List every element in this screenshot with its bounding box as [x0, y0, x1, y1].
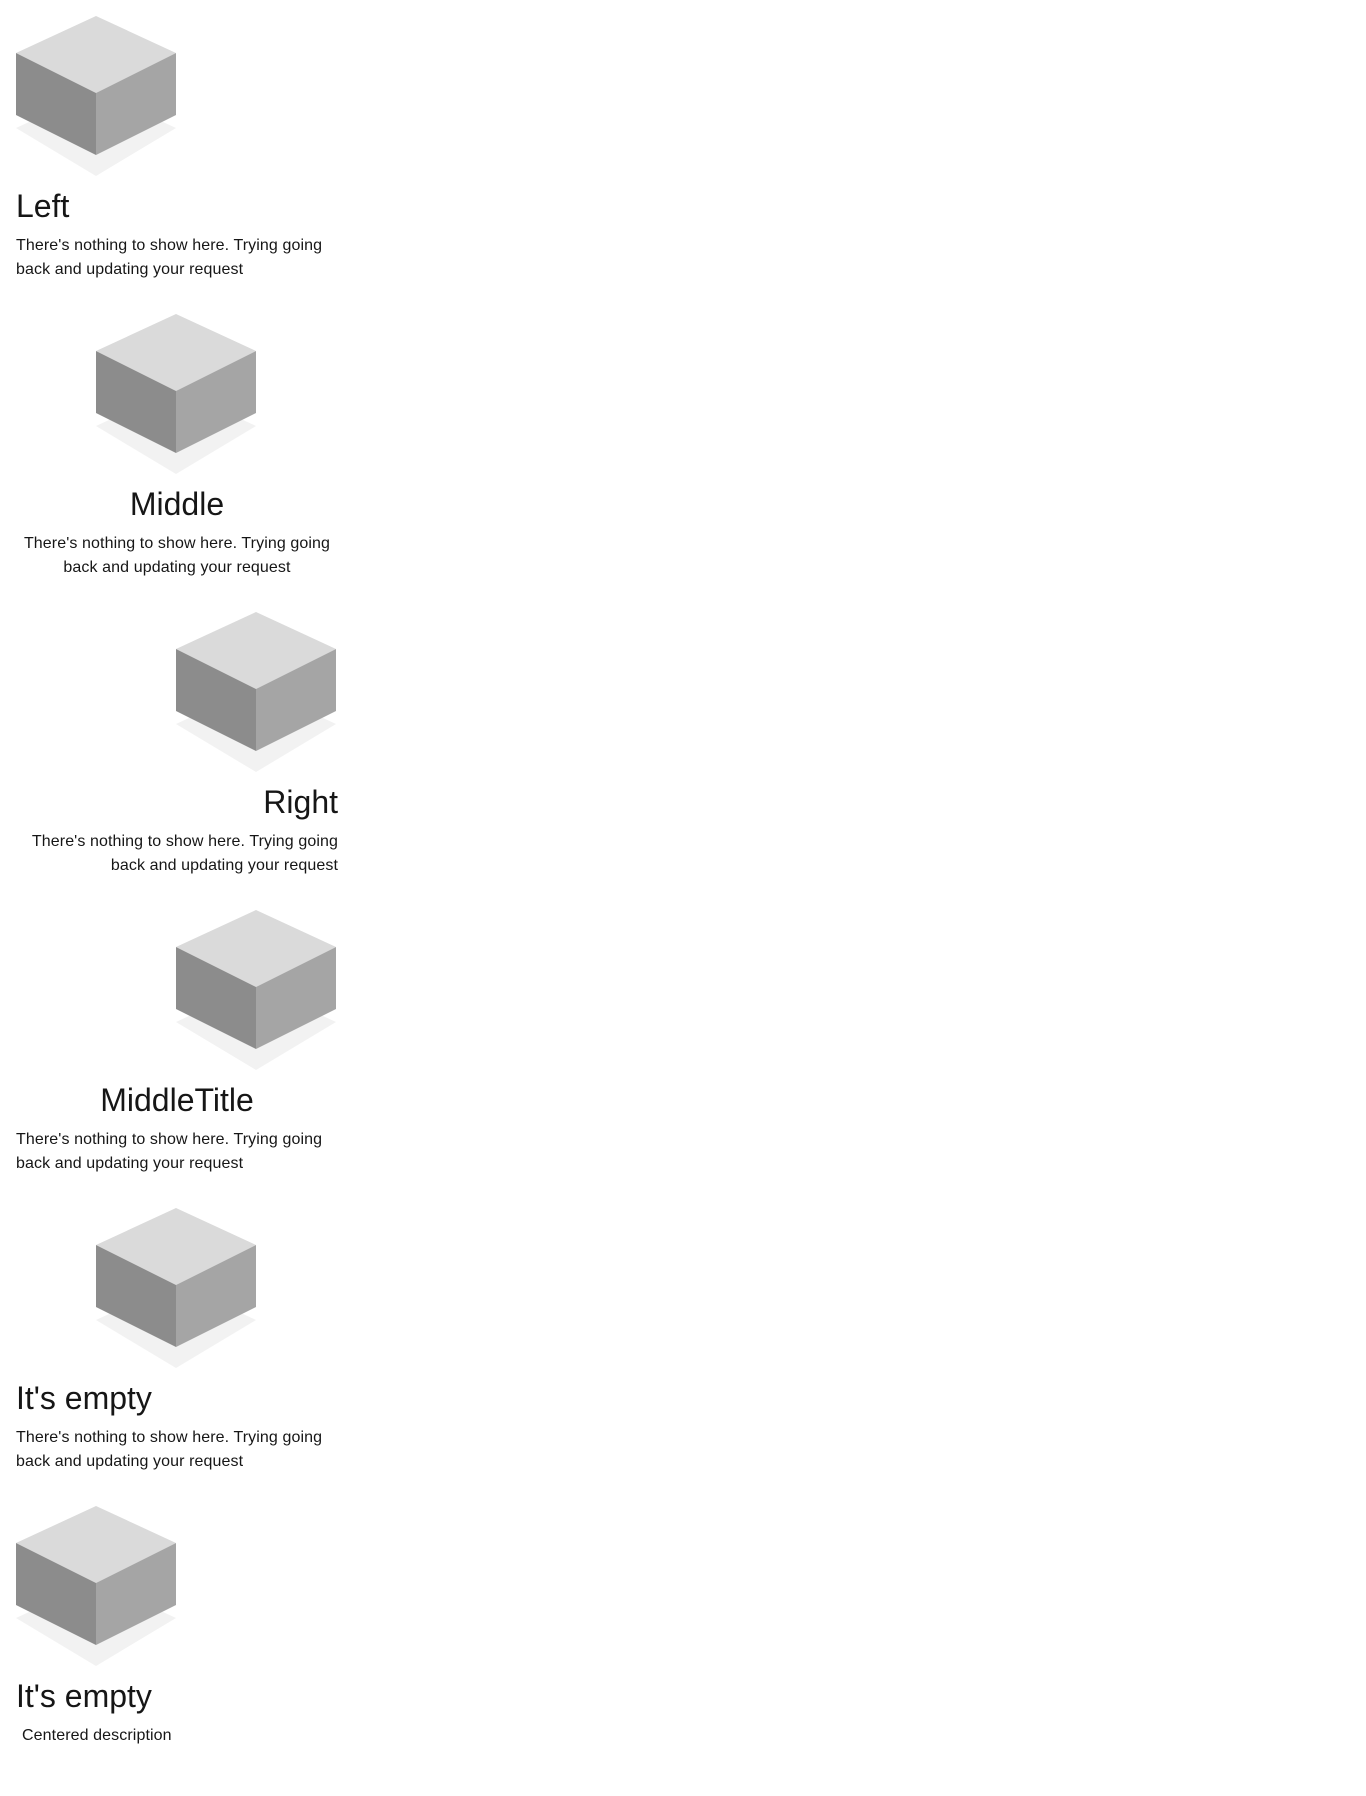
- empty-state-description: There's nothing to show here. Trying goi…: [16, 1429, 323, 1470]
- empty-box-icon: [176, 910, 336, 1070]
- empty-box-icon: [96, 314, 256, 474]
- empty-state-description: There's nothing to show here. Trying goi…: [16, 237, 323, 278]
- empty-state-middle: Middle There's nothing to show here. Try…: [16, 314, 338, 584]
- empty-state-its-empty: It's empty There's nothing to show here.…: [16, 1208, 338, 1478]
- empty-state-title: Left: [16, 188, 70, 224]
- empty-box-icon: [16, 1506, 176, 1666]
- empty-state-its-empty-centered: It's empty Centered description: [16, 1506, 338, 1776]
- empty-state-title: MiddleTitle: [100, 1082, 254, 1118]
- empty-state-title: It's empty: [16, 1678, 152, 1714]
- empty-box-icon: [96, 1208, 256, 1368]
- empty-state-left: Left There's nothing to show here. Tryin…: [16, 16, 338, 286]
- empty-box-icon: [176, 612, 336, 772]
- empty-state-title: Right: [263, 784, 338, 820]
- empty-state-description: There's nothing to show here. Trying goi…: [31, 833, 338, 874]
- empty-box-icon: [16, 16, 176, 176]
- empty-state-description: Centered description: [22, 1727, 172, 1744]
- empty-state-title: Middle: [129, 486, 225, 522]
- empty-state-title: It's empty: [16, 1380, 152, 1416]
- empty-state-right: Right There's nothing to show here. Tryi…: [16, 612, 338, 882]
- empty-state-description: There's nothing to show here. Trying goi…: [23, 535, 331, 576]
- empty-state-middle-title: MiddleTitle There's nothing to show here…: [16, 910, 338, 1180]
- empty-state-description: There's nothing to show here. Trying goi…: [16, 1131, 323, 1172]
